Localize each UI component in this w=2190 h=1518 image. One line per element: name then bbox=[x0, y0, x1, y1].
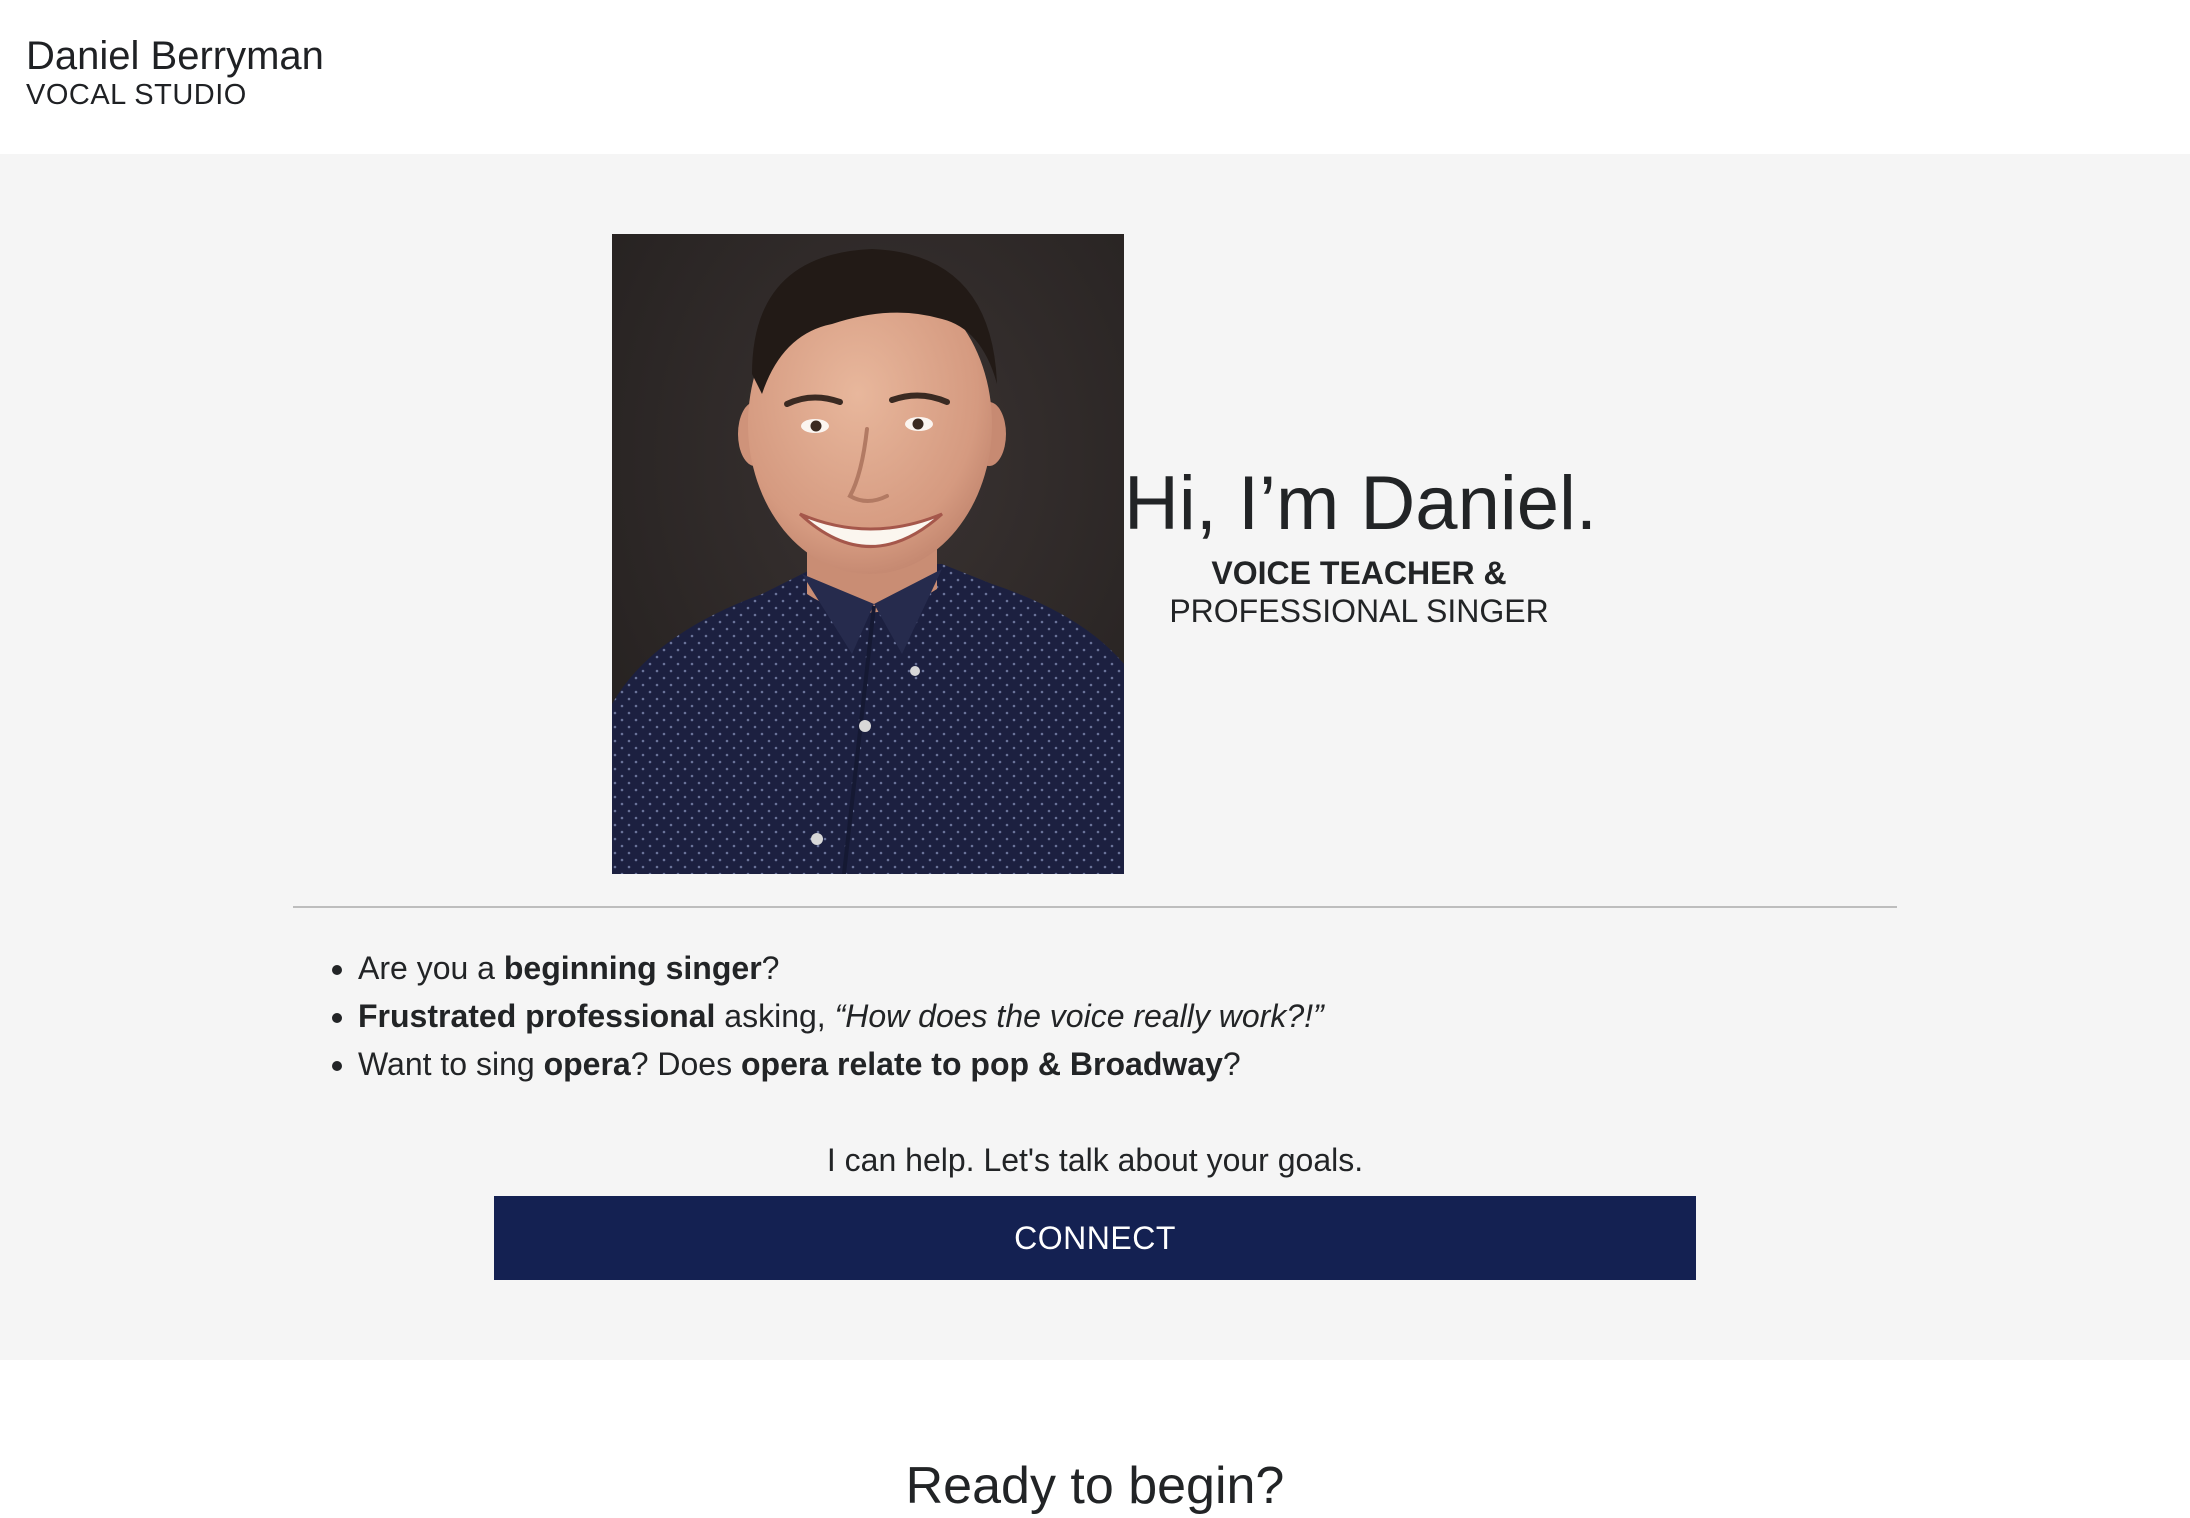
pitch-emphasis: beginning singer bbox=[503, 950, 762, 986]
role-subtitle: VOICE TEACHER & PROFESSIONAL SINGER bbox=[1124, 554, 1594, 630]
section-divider bbox=[293, 906, 1897, 908]
hero-section: Hi, I’m Daniel. VOICE TEACHER & PROFESSI… bbox=[0, 154, 2190, 1360]
pitch-emphasis: opera relate to pop & Broadway bbox=[740, 1046, 1223, 1082]
portrait-photo bbox=[612, 234, 1124, 874]
greeting-title: Hi, I’m Daniel. bbox=[1124, 461, 1597, 546]
pitch-text: ? bbox=[761, 950, 780, 986]
pitch-text: ? Does bbox=[630, 1046, 741, 1082]
pitch-item-professional: Frustrated professional asking, “How doe… bbox=[358, 992, 1324, 1040]
brand-subtitle: VOCAL STUDIO bbox=[26, 79, 247, 111]
hero-heading: Hi, I’m Daniel. VOICE TEACHER & PROFESSI… bbox=[1124, 456, 1597, 630]
brand-logo-link[interactable]: Daniel Berryman VOCAL STUDIO bbox=[26, 32, 324, 110]
pitch-emphasis: Frustrated professional bbox=[358, 998, 716, 1034]
role-line-2: PROFESSIONAL SINGER bbox=[1169, 593, 1549, 629]
brand-name: Daniel Berryman bbox=[26, 34, 324, 78]
connect-button[interactable]: CONNECT bbox=[494, 1196, 1696, 1280]
ready-section-heading: Ready to begin? bbox=[905, 1457, 1285, 1515]
pitch-list: Are you a beginning singer? Frustrated p… bbox=[328, 944, 1324, 1088]
pitch-item-opera: Want to sing opera? Does opera relate to… bbox=[358, 1040, 1324, 1088]
pitch-quote: “How does the voice really work?!” bbox=[834, 998, 1324, 1034]
site-header: Daniel Berryman VOCAL STUDIO bbox=[0, 0, 2190, 154]
pitch-text: asking, bbox=[715, 998, 835, 1034]
pitch-text: Want to sing bbox=[358, 1046, 544, 1082]
cta-text: I can help. Let's talk about your goals. bbox=[826, 1142, 1364, 1178]
pitch-item-beginner: Are you a beginning singer? bbox=[358, 944, 1324, 992]
pitch-text: ? bbox=[1222, 1046, 1241, 1082]
pitch-text: Are you a bbox=[358, 950, 504, 986]
pitch-emphasis: opera bbox=[543, 1046, 631, 1082]
role-line-1: VOICE TEACHER & bbox=[1211, 555, 1507, 591]
